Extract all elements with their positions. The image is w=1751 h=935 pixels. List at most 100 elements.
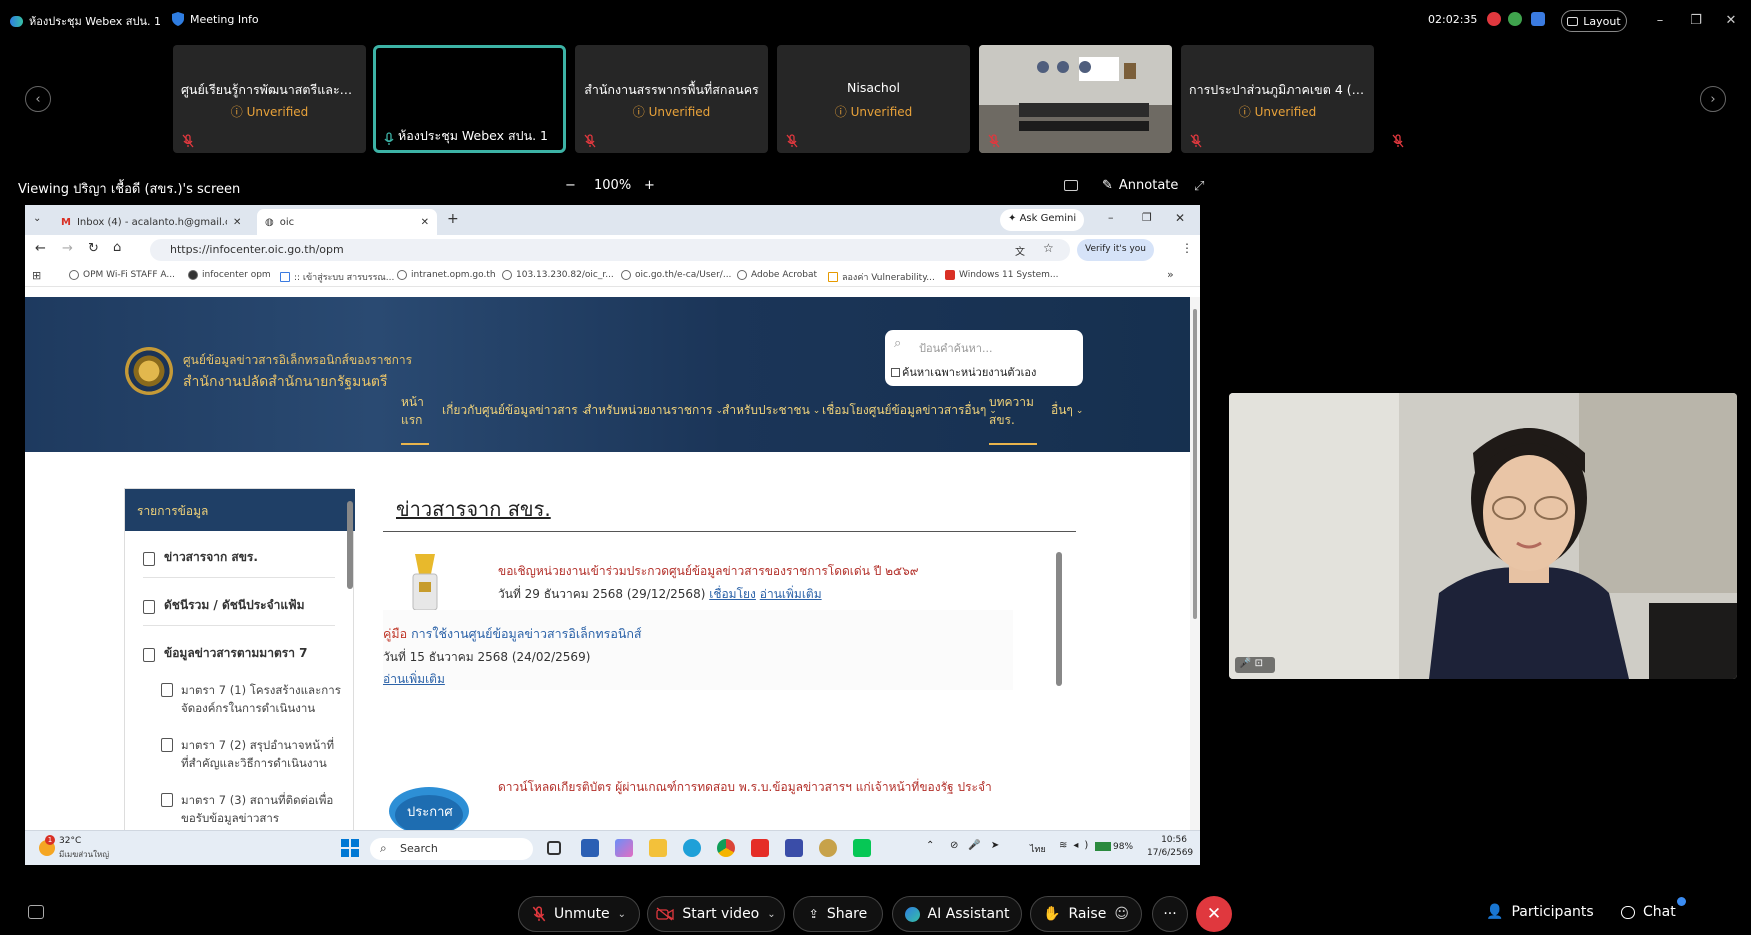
more-bookmarks-icon[interactable]: » [1167,268,1174,281]
verify-profile-button[interactable]: Verify it's you [1077,239,1154,261]
chat-bubble-small-icon[interactable] [28,905,44,919]
read-more-link[interactable]: อ่านเพิ่มเติม [760,587,822,601]
menu-other[interactable]: อื่นๆ ⌄ [1051,401,1083,420]
sidebar-subitem[interactable]: มาตรา 7 (2) สรุปอำนาจหน้าที่ที่สำคัญและว… [161,736,341,772]
fullscreen-icon[interactable]: ⤢ [1194,179,1204,194]
participant-tile[interactable]: Nisachol ⓘ Unverified [777,45,970,153]
news-item-title[interactable]: ดาวน์โหลดเกียรติบัตร ผู้ผ่านเกณฑ์การทดสอ… [498,778,992,797]
taskbar-search[interactable]: ⌕ Search [370,838,533,860]
bookmark-item[interactable]: intranet.opm.go.th [397,270,496,280]
home-icon[interactable]: ⌂ [113,240,121,255]
layout-button[interactable]: Layout [1561,10,1627,32]
reactions-icon[interactable]: ☺ [1114,906,1129,922]
participant-tile-video[interactable] [979,45,1172,153]
minimize-window-icon[interactable]: – [1650,11,1670,31]
news-scrollbar[interactable] [1056,552,1062,686]
end-call-button[interactable]: ✕ [1196,896,1232,932]
ai-assistant-button[interactable]: AI Assistant [892,896,1022,932]
read-more-link[interactable]: อ่านเพิ่มเติม [383,670,445,689]
menu-agencies[interactable]: สำหรับหน่วยงานราชการ ⌄ [584,401,723,420]
menu-public[interactable]: สำหรับประชาชน ⌄ [722,401,820,420]
menu-home[interactable]: หน้า แรก [401,393,424,429]
app-icon[interactable] [819,839,837,857]
bookmark-item[interactable]: :: เข้าสู่ระบบ สารบรรณ... [280,270,394,284]
weather-widget[interactable]: 1 32°C มีเมฆส่วนใหญ่ [37,835,127,863]
menu-articles[interactable]: บทความ สขร. [989,393,1034,429]
copilot-icon[interactable] [615,839,633,857]
task-view-icon[interactable] [547,841,561,855]
bookmark-item[interactable]: OPM Wi-Fi STAFF A... [69,270,175,280]
raise-hand-button[interactable]: ✋ Raise ☺ [1030,896,1142,932]
sidebar-item-news[interactable]: ข่าวสารจาก สขร. [143,548,258,567]
browser-restore-icon[interactable]: ❐ [1142,211,1152,224]
sidebar-scrollbar[interactable] [347,501,353,589]
chrome-icon[interactable] [717,839,735,857]
ask-gemini-button[interactable]: ✦ Ask Gemini [1000,209,1085,231]
participant-tile[interactable] [1383,45,1576,153]
bookmark-item[interactable]: 103.13.230.82/oic_r... [502,270,614,280]
network-sound-icons[interactable]: ≋◂) [1059,840,1094,851]
youtube-icon[interactable] [751,839,769,857]
reload-icon[interactable]: ↻ [88,241,99,256]
edge-icon[interactable] [683,839,701,857]
bookmark-item[interactable]: ลองค่า Vulnerability... [828,270,935,284]
page-scrollbar[interactable] [1190,297,1200,830]
self-video-controls[interactable]: 🎤 ⊡ [1235,657,1275,673]
zoom-in-button[interactable]: + [644,178,655,193]
file-explorer-icon[interactable] [649,839,667,857]
new-tab-button[interactable]: + [447,211,459,227]
unmute-button[interactable]: Unmute ⌄ [518,896,640,932]
windows-start-icon[interactable] [341,839,359,857]
next-page-button[interactable]: › [1700,86,1726,112]
sidebar-item-section7[interactable]: ข้อมูลข่าวสารตามมาตรา 7 [143,644,307,663]
notification-icon[interactable] [1531,12,1545,26]
tab-oic[interactable]: ◍ oic ✕ [257,209,437,235]
browser-close-icon[interactable]: ✕ [1175,211,1185,225]
news-item-title[interactable]: คู่มือ การใช้งานศูนย์ข้อมูลข่าวสารอิเล็ก… [383,624,642,644]
participant-tile[interactable]: สำนักงานสรรพากรพื้นที่สกลนคร ⓘ Unverifie… [575,45,768,153]
clock[interactable]: 10:56 17/6/2569 [1147,834,1193,860]
share-monitor-icon[interactable] [1064,180,1078,191]
prev-page-button[interactable]: ‹ [25,86,51,112]
translate-icon[interactable]: 文 [1015,243,1025,258]
close-tab-icon[interactable]: ✕ [233,217,241,228]
url-field[interactable]: https://infocenter.oic.go.th/opm [150,239,1070,261]
share-button[interactable]: ⇪ Share [793,896,883,932]
site-search-input[interactable]: ป้อนคำค้นหา... [919,339,992,357]
close-tab-icon[interactable]: ✕ [421,217,429,228]
annotate-button[interactable]: ✎ Annotate [1102,178,1178,193]
sidebar-item-index[interactable]: ดัชนีรวม / ดัชนีประจำแฟ้ม [143,596,305,615]
news-item-title[interactable]: ขอเชิญหน่วยงานเข้าร่วมประกวดศูนย์ข้อมูลข… [498,562,919,581]
sidebar-subitem[interactable]: มาตรา 7 (3) สถานที่ติดต่อเพื่อขอรับข้อมู… [161,791,341,827]
link-related[interactable]: เชื่อมโยง [709,587,756,601]
own-agency-checkbox[interactable]: ค้นหาเฉพาะหน่วยงานตัวเอง [891,363,1036,381]
bookmark-item[interactable]: infocenter opm [188,270,271,280]
browser-menu-icon[interactable]: ⋮ [1181,241,1193,255]
menu-about[interactable]: เกี่ยวกับศูนย์ข้อมูลข่าวสาร ⌄ [442,401,588,420]
bookmark-item[interactable]: Adobe Acrobat [737,270,817,280]
chevron-down-icon[interactable]: ⌄ [618,909,626,920]
forward-icon[interactable]: → [62,241,73,256]
bookmark-item[interactable]: oic.go.th/e-ca/User/... [621,270,731,280]
chevron-down-icon[interactable]: ⌄ [767,909,775,920]
language-indicator[interactable]: ไทย [1030,842,1046,856]
chat-button[interactable]: Chat [1621,904,1676,920]
browser-minimize-icon[interactable]: – [1108,211,1114,224]
apps-grid-icon[interactable]: ⊞ [32,269,41,282]
bookmark-item[interactable]: Windows 11 System... [945,270,1059,280]
start-video-button[interactable]: Start video ⌄ [647,896,785,932]
tray-chevron-icon[interactable]: ⌃ [926,840,934,851]
meeting-info-button[interactable]: Meeting Info [172,12,259,26]
tab-gmail[interactable]: M Inbox (4) - acalanto.h@gmail.co ✕ [53,209,255,235]
store-icon[interactable] [581,839,599,857]
line-icon[interactable] [853,839,871,857]
participant-tile[interactable]: การประปาส่วนภูมิภาคเขต 4 (บ้... ⓘ Unveri… [1181,45,1374,153]
bookmark-star-icon[interactable]: ☆ [1043,241,1054,255]
participant-tile[interactable]: ศูนย์เรียนรู้การพัฒนาสตรีและค... ⓘ Unver… [173,45,366,153]
menu-links[interactable]: เชื่อมโยงศูนย์ข้อมูลข่าวสารอื่นๆ ⌄ [822,401,997,420]
more-options-button[interactable]: ··· [1152,896,1188,932]
zoom-out-button[interactable]: − [565,178,576,193]
participant-tile-active[interactable]: ห้องประชุม Webex สปน. 1 [373,45,566,153]
restore-window-icon[interactable]: ❐ [1686,11,1706,31]
tab-list-icon[interactable]: ⌄ [33,213,41,224]
